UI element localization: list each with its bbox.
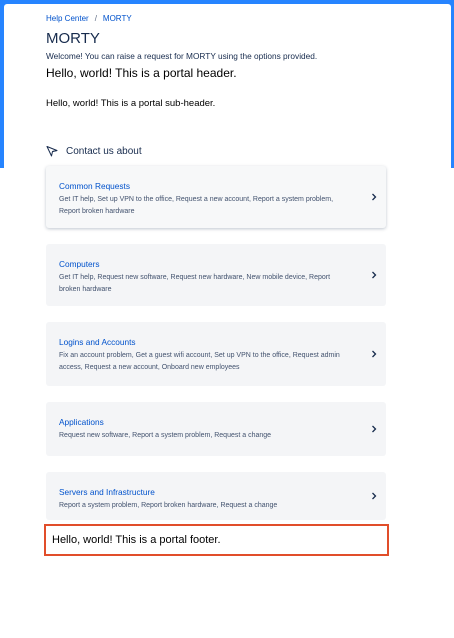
group-description: Report a system problem, Report broken h… <box>59 502 278 509</box>
contact-heading: Contact us about <box>46 145 142 157</box>
portal-subheader: Hello, world! This is a portal sub-heade… <box>46 98 216 109</box>
portal-footer-highlight: Hello, world! This is a portal footer. <box>44 524 389 556</box>
group-description: Get IT help, Request new software, Reque… <box>59 274 331 293</box>
page-title: MORTY <box>46 30 100 47</box>
request-group-servers-and-infrastructure[interactable]: Servers and Infrastructure Report a syst… <box>46 472 386 520</box>
contact-heading-label: Contact us about <box>66 145 142 157</box>
group-title: Applications <box>59 417 104 427</box>
chevron-right-icon <box>372 193 377 201</box>
portal-footer: Hello, world! This is a portal footer. <box>52 534 221 546</box>
send-icon <box>46 145 58 157</box>
portal-header: Hello, world! This is a portal header. <box>46 66 237 80</box>
breadcrumb: Help Center / MORTY <box>46 14 132 23</box>
chevron-right-icon <box>372 425 377 433</box>
group-title: Computers <box>59 259 100 269</box>
chevron-right-icon <box>372 492 377 500</box>
request-group-common-requests[interactable]: Common Requests Get IT help, Set up VPN … <box>46 166 386 228</box>
chevron-right-icon <box>372 350 377 358</box>
breadcrumb-separator: / <box>94 14 97 23</box>
group-description: Fix an account problem, Get a guest wifi… <box>59 352 340 371</box>
request-group-logins-and-accounts[interactable]: Logins and Accounts Fix an account probl… <box>46 322 386 386</box>
group-title: Servers and Infrastructure <box>59 487 155 497</box>
chevron-right-icon <box>372 271 377 279</box>
breadcrumb-help-center[interactable]: Help Center <box>46 14 89 23</box>
request-group-computers[interactable]: Computers Get IT help, Request new softw… <box>46 244 386 306</box>
group-title: Logins and Accounts <box>59 337 136 347</box>
welcome-text: Welcome! You can raise a request for MOR… <box>46 51 318 61</box>
request-group-applications[interactable]: Applications Request new software, Repor… <box>46 402 386 456</box>
group-description: Request new software, Report a system pr… <box>59 432 272 439</box>
breadcrumb-morty[interactable]: MORTY <box>103 14 132 23</box>
group-title: Common Requests <box>59 181 131 191</box>
group-description: Get IT help, Set up VPN to the office, R… <box>59 196 334 215</box>
